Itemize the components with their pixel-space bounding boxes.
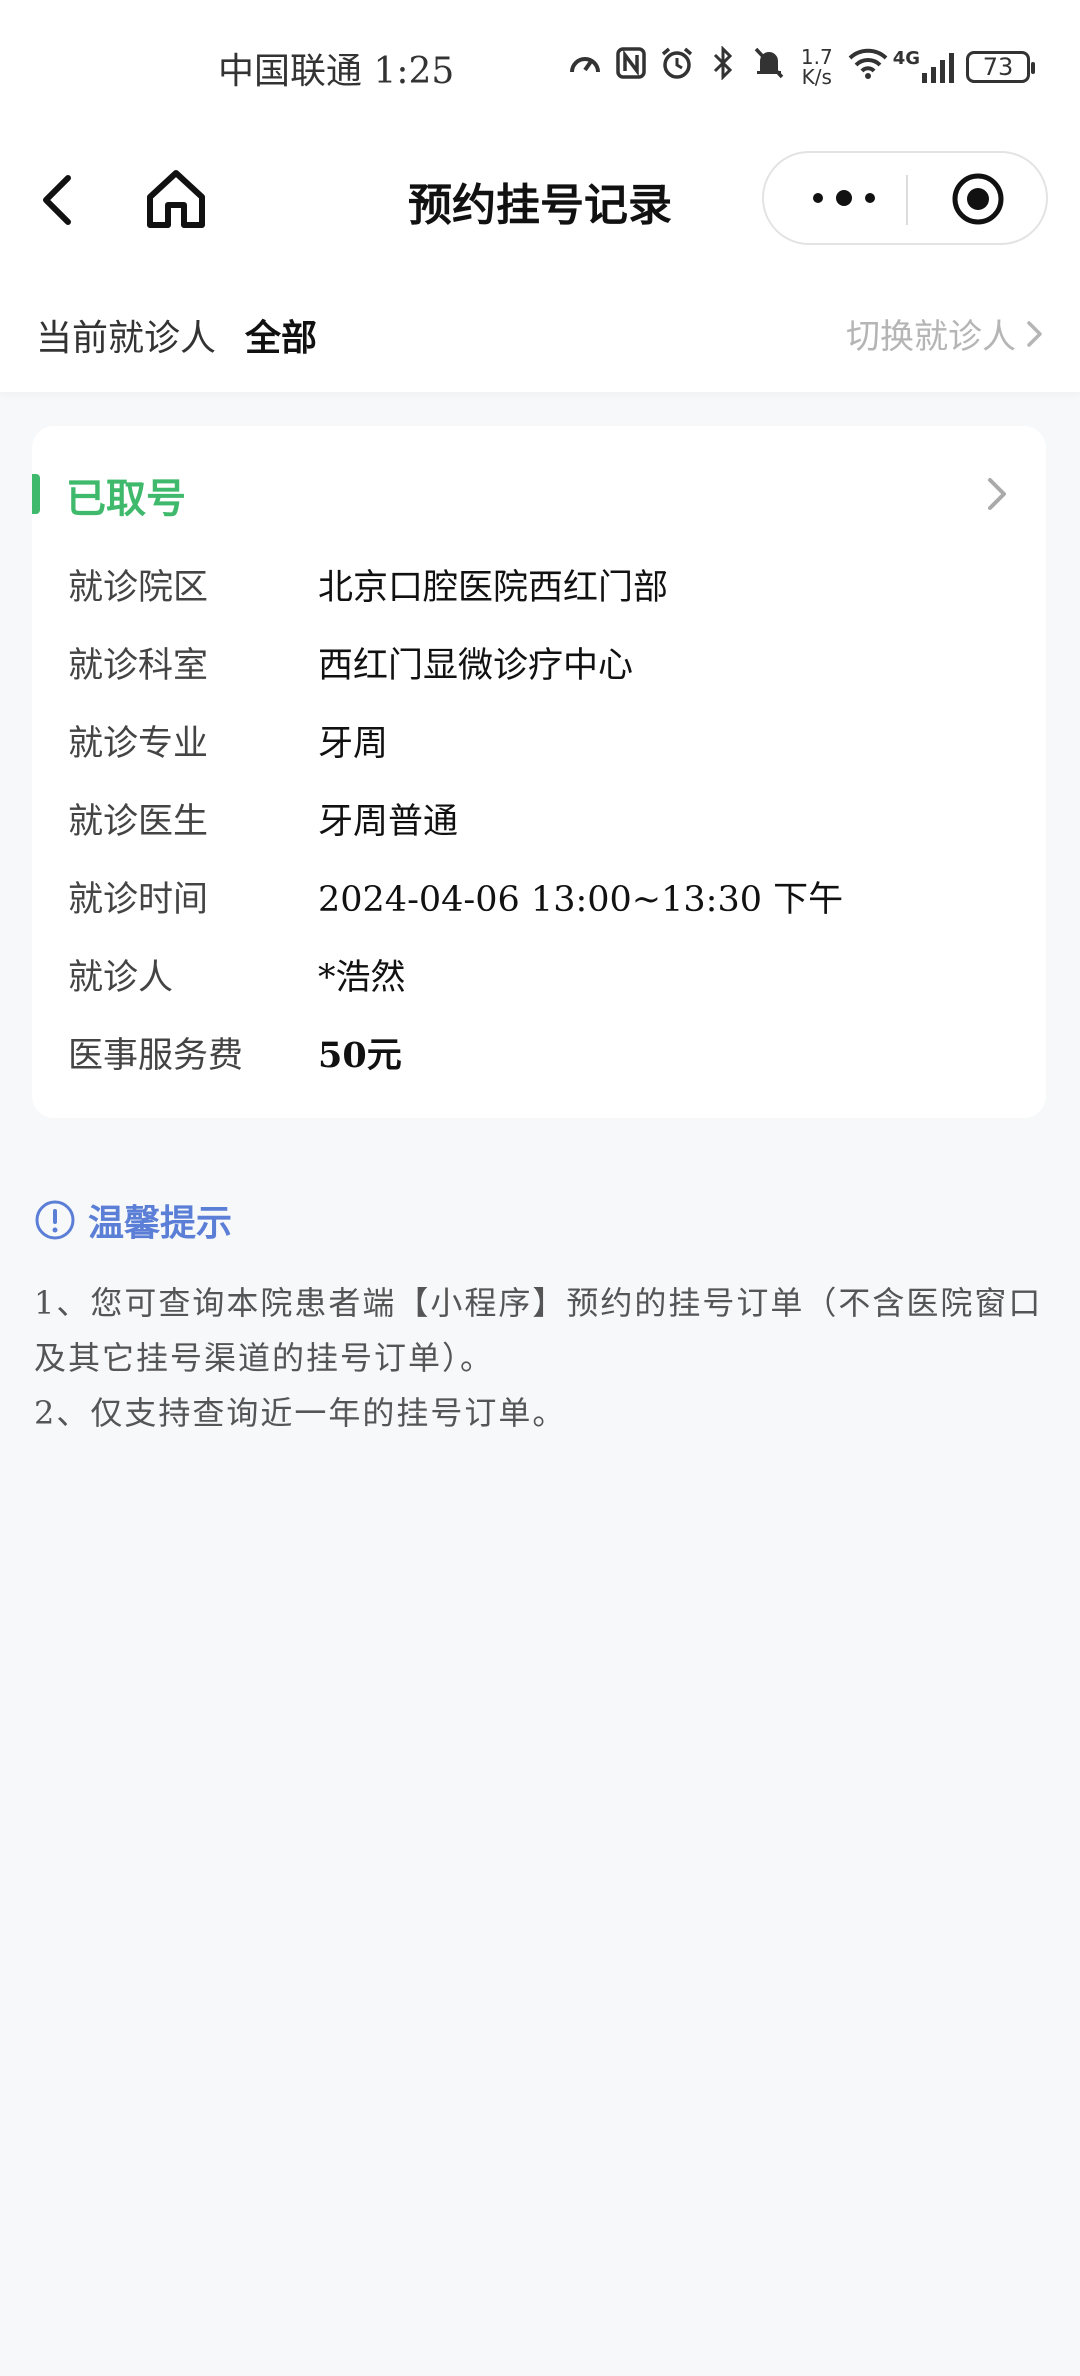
status-accent-bar [32, 474, 40, 514]
field-value: *浩然 [318, 957, 406, 998]
field-row-fee: 医事服务费 50元 [68, 1022, 1028, 1082]
field-row-department: 就诊科室 西红门显微诊疗中心 [68, 632, 1028, 692]
tips-title: 温馨提示 [88, 1202, 233, 1244]
field-value: 牙周普通 [318, 801, 459, 842]
appointment-card[interactable]: 已取号 就诊院区 北京口腔医院西红门部 就诊科室 西红门显微诊疗中心 就诊专业 … [32, 426, 1046, 1118]
field-label: 就诊院区 [68, 567, 209, 608]
chevron-right-icon [1027, 320, 1042, 347]
tips-body: 1、您可查询本院患者端【小程序】预约的挂号订单（不含医院窗口及其它挂号渠道的挂号… [34, 1276, 1046, 1441]
alarm-icon [659, 46, 695, 88]
carrier-time: 中国联通 1:25 [218, 51, 455, 92]
wifi-icon [847, 47, 888, 87]
speedometer-icon [567, 48, 603, 86]
tips-header: 温馨提示 [34, 1194, 232, 1246]
battery-level: 73 [982, 53, 1014, 81]
field-value: 牙周 [318, 723, 389, 764]
tip-line: 2、仅支持查询近一年的挂号订单。 [34, 1394, 567, 1432]
appointment-status: 已取号 [66, 475, 186, 522]
more-button[interactable] [804, 183, 884, 213]
field-value: 北京口腔医院西红门部 [318, 567, 669, 608]
close-mini-program-button[interactable] [950, 171, 1006, 227]
card-detail-chevron[interactable] [984, 474, 1012, 514]
more-dots-icon [813, 190, 875, 206]
switch-patient-button[interactable]: 切换就诊人 [846, 309, 1044, 358]
field-value: 西红门显微诊疗中心 [318, 645, 634, 686]
field-row-doctor: 就诊医生 牙周普通 [68, 788, 1028, 848]
field-row-campus: 就诊院区 北京口腔医院西红门部 [68, 554, 1028, 614]
field-label: 就诊科室 [68, 645, 209, 686]
signal-bars-icon [922, 53, 954, 83]
mini-program-capsule [762, 151, 1048, 245]
field-label: 就诊时间 [68, 879, 209, 920]
current-patient-value: 全部 [245, 317, 318, 359]
switch-patient-label: 切换就诊人 [846, 317, 1016, 357]
field-row-specialty: 就诊专业 牙周 [68, 710, 1028, 770]
field-row-time: 就诊时间 2024-04-06 13:00~13:30 下午 [68, 866, 1028, 926]
info-icon [35, 1200, 75, 1240]
chevron-right-icon [988, 478, 1006, 510]
net-speed: 1.7 K/s [801, 47, 833, 87]
field-value: 50元 [318, 1034, 402, 1076]
mute-bell-icon [751, 46, 787, 88]
cellular-signal: 4G [892, 48, 956, 83]
status-icons: 1.7 K/s 4G 73 [567, 45, 1035, 88]
network-type: 4G [892, 48, 920, 69]
net-speed-unit: K/s [801, 65, 832, 89]
current-patient-bar: 当前就诊人 全部 切换就诊人 [0, 265, 1080, 392]
tip-line: 1、您可查询本院患者端【小程序】预约的挂号订单（不含医院窗口及其它挂号渠道的挂号… [34, 1284, 1043, 1377]
net-speed-value: 1.7 [800, 45, 833, 69]
nfc-icon [613, 47, 649, 87]
field-label: 就诊专业 [68, 723, 209, 764]
navigation-bar: 预约挂号记录 [0, 135, 1080, 265]
capsule-divider [906, 175, 908, 225]
field-label: 就诊医生 [68, 801, 209, 842]
field-row-patient: 就诊人 *浩然 [68, 944, 1028, 1004]
field-label: 就诊人 [68, 957, 174, 998]
status-bar: 中国联通 1:25 1.7 K/s 4G 73 [0, 0, 1080, 135]
battery-icon: 73 [966, 51, 1035, 83]
bluetooth-icon [705, 45, 741, 88]
field-value: 2024-04-06 13:00~13:30 下午 [318, 879, 844, 920]
target-circle-icon [952, 173, 1004, 225]
field-label: 医事服务费 [68, 1035, 244, 1076]
current-patient-label: 当前就诊人 [36, 318, 217, 359]
